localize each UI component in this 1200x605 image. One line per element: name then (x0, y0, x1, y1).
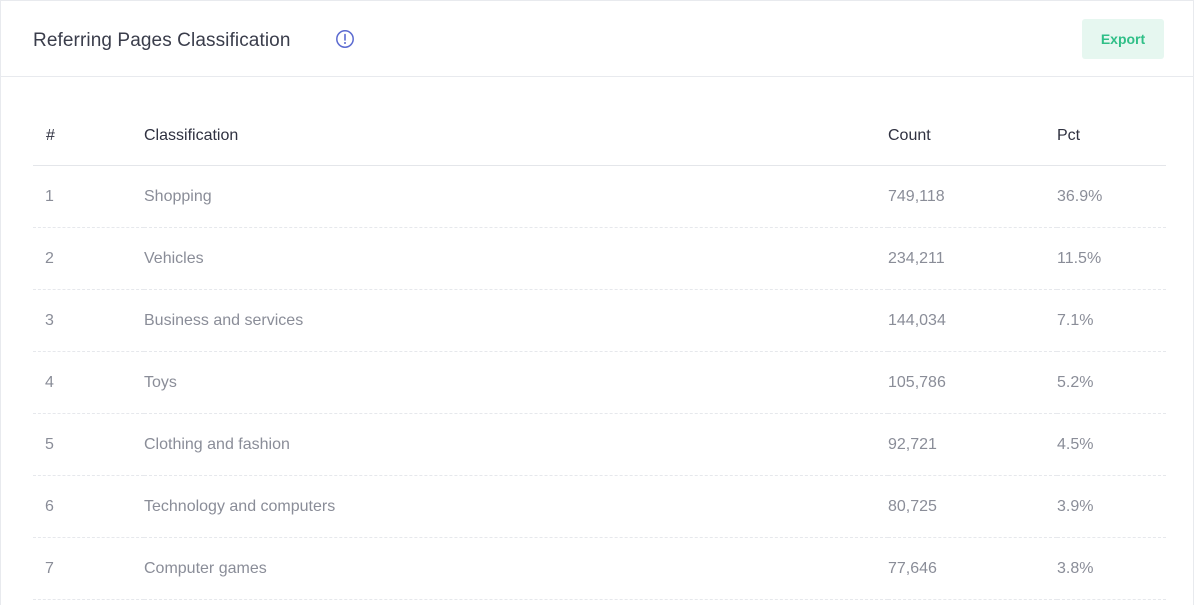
referring-pages-panel: Referring Pages Classification Export # … (0, 0, 1194, 605)
row-count: 144,034 (888, 289, 1057, 352)
table-row: 3 Business and services 144,034 7.1% (33, 289, 1166, 352)
row-pct: 4.5% (1057, 413, 1166, 476)
table-row: 5 Clothing and fashion 92,721 4.5% (33, 413, 1166, 476)
row-count: 234,211 (888, 227, 1057, 290)
table-header-row: # Classification Count Pct (33, 107, 1166, 166)
table-row: 7 Computer games 77,646 3.8% (33, 537, 1166, 600)
info-icon[interactable] (335, 29, 355, 49)
row-classification: Business and services (144, 289, 888, 352)
classification-table: # Classification Count Pct 1 Shopping 74… (33, 107, 1166, 600)
row-number: 5 (33, 413, 144, 476)
row-pct: 3.9% (1057, 475, 1166, 538)
row-count: 77,646 (888, 537, 1057, 600)
row-classification: Shopping (144, 165, 888, 228)
panel-title: Referring Pages Classification (33, 30, 291, 51)
row-pct: 7.1% (1057, 289, 1166, 352)
row-count: 749,118 (888, 165, 1057, 228)
column-header-pct[interactable]: Pct (1057, 107, 1166, 166)
table-row: 1 Shopping 749,118 36.9% (33, 165, 1166, 228)
table-row: 4 Toys 105,786 5.2% (33, 351, 1166, 414)
row-number: 1 (33, 165, 144, 228)
row-number: 2 (33, 227, 144, 290)
row-number: 6 (33, 475, 144, 538)
row-pct: 11.5% (1057, 227, 1166, 290)
column-header-count[interactable]: Count (888, 107, 1057, 166)
row-count: 80,725 (888, 475, 1057, 538)
column-header-classification[interactable]: Classification (144, 107, 888, 166)
row-number: 4 (33, 351, 144, 414)
row-classification: Clothing and fashion (144, 413, 888, 476)
row-classification: Technology and computers (144, 475, 888, 538)
column-header-number[interactable]: # (33, 107, 144, 166)
row-classification: Toys (144, 351, 888, 414)
row-number: 7 (33, 537, 144, 600)
row-count: 92,721 (888, 413, 1057, 476)
table-row: 2 Vehicles 234,211 11.5% (33, 227, 1166, 290)
row-count: 105,786 (888, 351, 1057, 414)
row-pct: 5.2% (1057, 351, 1166, 414)
table-row: 6 Technology and computers 80,725 3.9% (33, 475, 1166, 538)
classification-table-wrap: # Classification Count Pct 1 Shopping 74… (33, 107, 1166, 600)
row-number: 3 (33, 289, 144, 352)
panel-header: Referring Pages Classification Export (1, 1, 1193, 77)
row-pct: 36.9% (1057, 165, 1166, 228)
row-classification: Computer games (144, 537, 888, 600)
row-pct: 3.8% (1057, 537, 1166, 600)
export-button[interactable]: Export (1082, 19, 1164, 59)
row-classification: Vehicles (144, 227, 888, 290)
